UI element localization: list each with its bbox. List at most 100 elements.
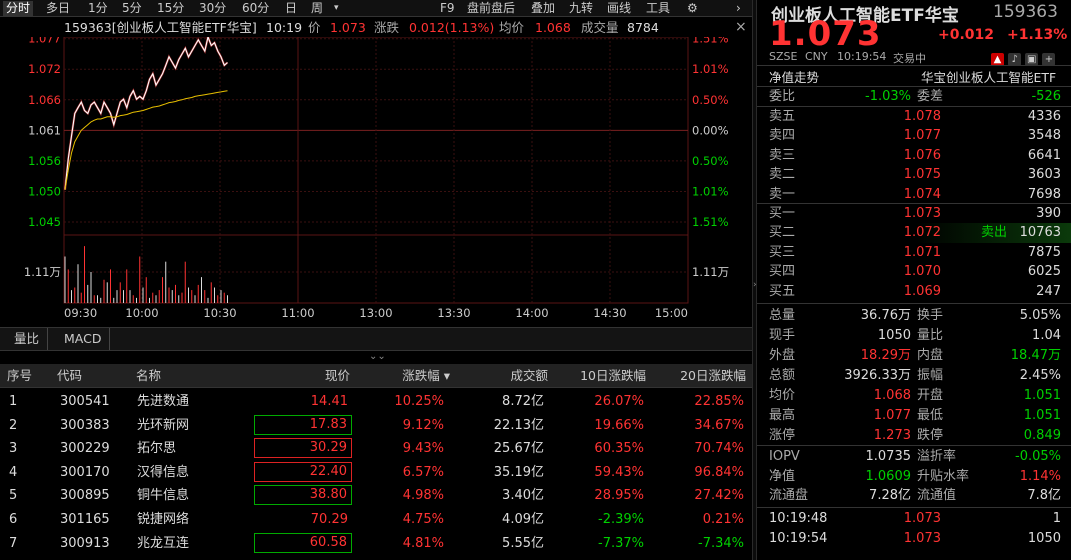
y-tick-right: 1.01% — [692, 62, 729, 76]
info-change: 0.012(1.13%) — [409, 20, 495, 35]
order-level[interactable]: 卖五 1.078 4336 — [757, 107, 1071, 127]
row-10d-change: 60.35% — [594, 441, 644, 457]
tools-button[interactable]: 工具 — [646, 1, 670, 16]
stat-label: 流通盘 — [769, 488, 809, 504]
tab-15min[interactable]: 15分 — [157, 1, 184, 16]
tab-60min[interactable]: 60分 — [242, 1, 269, 16]
table-row[interactable]: 1 300541 先进数通 14.41 10.25% 8.72亿 26.07% … — [0, 390, 752, 414]
chevron-down-icon[interactable]: ▾ — [334, 1, 339, 16]
tab-multiday[interactable]: 多日 — [46, 1, 70, 16]
level-volume: 4336 — [1027, 109, 1061, 124]
table-row[interactable]: 3 300229 拓尔思 30.29 9.43% 25.67亿 60.35% 7… — [0, 437, 752, 461]
level-volume: 3603 — [1027, 167, 1061, 183]
col-code[interactable]: 代码 — [57, 364, 82, 388]
stat-label: 均价 — [769, 388, 796, 403]
table-row[interactable]: 5 300895 铜牛信息 38.80 4.98% 3.40亿 28.95% 2… — [0, 484, 752, 508]
col-20d-change[interactable]: 20日涨跌幅 — [660, 364, 746, 388]
row-20d-change: 0.21% — [702, 512, 744, 527]
row-code: 300913 — [60, 535, 110, 551]
stat-row: 现手 1050 量比 1.04 — [757, 326, 1071, 346]
intraday-chart[interactable]: 1.077 1.51% 1.072 1.01% 1.066 0.50% 1.061 0.00%… — [0, 37, 752, 322]
change-label: 涨跌 — [374, 20, 400, 35]
y-tick-left: 1.056 — [28, 154, 61, 168]
left-panel: 分时 多日 1分 5分 15分 30分 60分 日 周 ▾ F9 盘前盘后 叠加… — [0, 0, 752, 560]
x-tick-label: 14:00 — [515, 306, 548, 320]
col-10d-change[interactable]: 10日涨跌幅 — [560, 364, 646, 388]
indicator-tabs: 量比 MACD — [0, 327, 752, 351]
stat-label: 最低 — [917, 408, 944, 423]
chevron-right-icon[interactable]: › — [736, 1, 741, 16]
x-tick-label: 15:00 — [655, 306, 688, 320]
x-tick-label: 09:30 — [64, 306, 97, 320]
row-code: 301165 — [60, 512, 110, 527]
y-tick-left: 1.061 — [28, 123, 61, 137]
table-row[interactable]: 6 301165 锐捷网络 70.29 4.75% 4.09亿 -2.39% 0… — [0, 508, 752, 532]
expand-icon[interactable]: ⌄⌄ — [369, 351, 386, 363]
gear-icon[interactable]: ⚙ — [687, 1, 698, 16]
tick-row: 10:19:54 1.073 1050 — [757, 529, 1071, 549]
tab-day[interactable]: 日 — [285, 1, 297, 16]
tab-intraday[interactable]: 分时 — [3, 1, 34, 16]
info-price: 1.073 — [330, 20, 366, 35]
stat-value: 1.0609 — [865, 468, 912, 484]
f9-button[interactable]: F9 — [440, 1, 455, 16]
draw-line-button[interactable]: 画线 — [607, 1, 631, 16]
tick-volume: 1050 — [1027, 531, 1061, 546]
close-icon[interactable]: × — [735, 18, 747, 37]
premarket-button[interactable]: 盘前盘后 — [467, 1, 515, 16]
order-level[interactable]: 买三 1.071 7875 — [757, 243, 1071, 263]
table-row[interactable]: 7 300913 兆龙互连 60.58 4.81% 5.55亿 -7.37% -… — [0, 532, 752, 556]
order-level[interactable]: 卖三 1.076 6641 — [757, 146, 1071, 166]
col-name[interactable]: 名称 — [136, 364, 161, 388]
stat-label: 开盘 — [917, 388, 944, 403]
nine-turn-button[interactable]: 九转 — [569, 1, 593, 16]
row-index: 7 — [9, 535, 18, 551]
table-row[interactable]: 4 300170 汉得信息 22.40 6.57% 35.19亿 59.43% … — [0, 461, 752, 485]
tab-volume-ratio[interactable]: 量比 — [6, 328, 49, 350]
order-level[interactable]: 买五 1.069 247 — [757, 282, 1071, 302]
row-price: 38.80 — [254, 485, 352, 506]
stat-row: 流通盘 7.28亿 流通值 7.8亿 — [757, 486, 1071, 506]
row-code: 300229 — [60, 441, 110, 457]
col-change-pct[interactable]: 涨跌幅 ▾ — [380, 364, 450, 388]
tick-time: 10:19:54 — [769, 531, 828, 546]
level-volume: 390 — [1036, 206, 1061, 221]
row-amount: 22.13亿 — [493, 417, 544, 433]
stat-label: 溢折率 — [917, 449, 957, 464]
tab-30min[interactable]: 30分 — [199, 1, 226, 16]
col-amount[interactable]: 成交额 — [480, 364, 548, 388]
stat-value: -0.05% — [1015, 449, 1061, 464]
tab-5min[interactable]: 5分 — [122, 1, 142, 16]
level-volume: 6025 — [1027, 264, 1061, 280]
tab-macd[interactable]: MACD — [56, 328, 111, 350]
level-price: 1.075 — [903, 167, 941, 183]
order-level[interactable]: 卖一 1.074 7698 — [757, 185, 1071, 205]
row-name: 光环新网 — [137, 417, 190, 433]
order-level[interactable]: 卖四 1.077 3548 — [757, 126, 1071, 146]
weicha-label: 委差 — [917, 89, 944, 104]
row-code: 300541 — [60, 394, 110, 409]
x-tick-label: 13:00 — [359, 306, 392, 320]
table-row[interactable]: 2 300383 光环新网 17.83 9.12% 22.13亿 19.66% … — [0, 414, 752, 438]
order-level[interactable]: 买四 1.070 6025 — [757, 262, 1071, 282]
order-level[interactable]: 买一 1.073 390 — [757, 204, 1071, 224]
nav-trend-label[interactable]: 净值走势 — [769, 67, 819, 86]
security-name: 159363[创业板人工智能ETF华宝] — [64, 20, 257, 35]
order-level[interactable]: 卖二 1.075 3603 — [757, 165, 1071, 185]
stat-value: 1.273 — [873, 428, 911, 443]
stat-value: 36.76万 — [860, 308, 911, 323]
stat-value: 18.47万 — [1010, 348, 1061, 363]
row-20d-change: 22.85% — [694, 394, 744, 409]
y-tick-right: 0.00% — [692, 123, 729, 137]
row-10d-change: -7.37% — [598, 535, 644, 551]
row-amount: 5.55亿 — [502, 535, 544, 551]
stat-row: 涨停 1.273 跌停 0.849 — [757, 426, 1071, 446]
overlay-button[interactable]: 叠加 — [531, 1, 555, 16]
tab-week[interactable]: 周 — [311, 1, 323, 16]
col-index[interactable]: 序号 — [7, 364, 32, 388]
stat-value: 0.849 — [1023, 428, 1061, 443]
tab-1min[interactable]: 1分 — [88, 1, 108, 16]
row-change-pct: 10.25% — [394, 394, 444, 409]
order-level[interactable]: 买二 1.072 卖出 10763 — [757, 223, 1071, 243]
col-price[interactable]: 现价 — [290, 364, 350, 388]
